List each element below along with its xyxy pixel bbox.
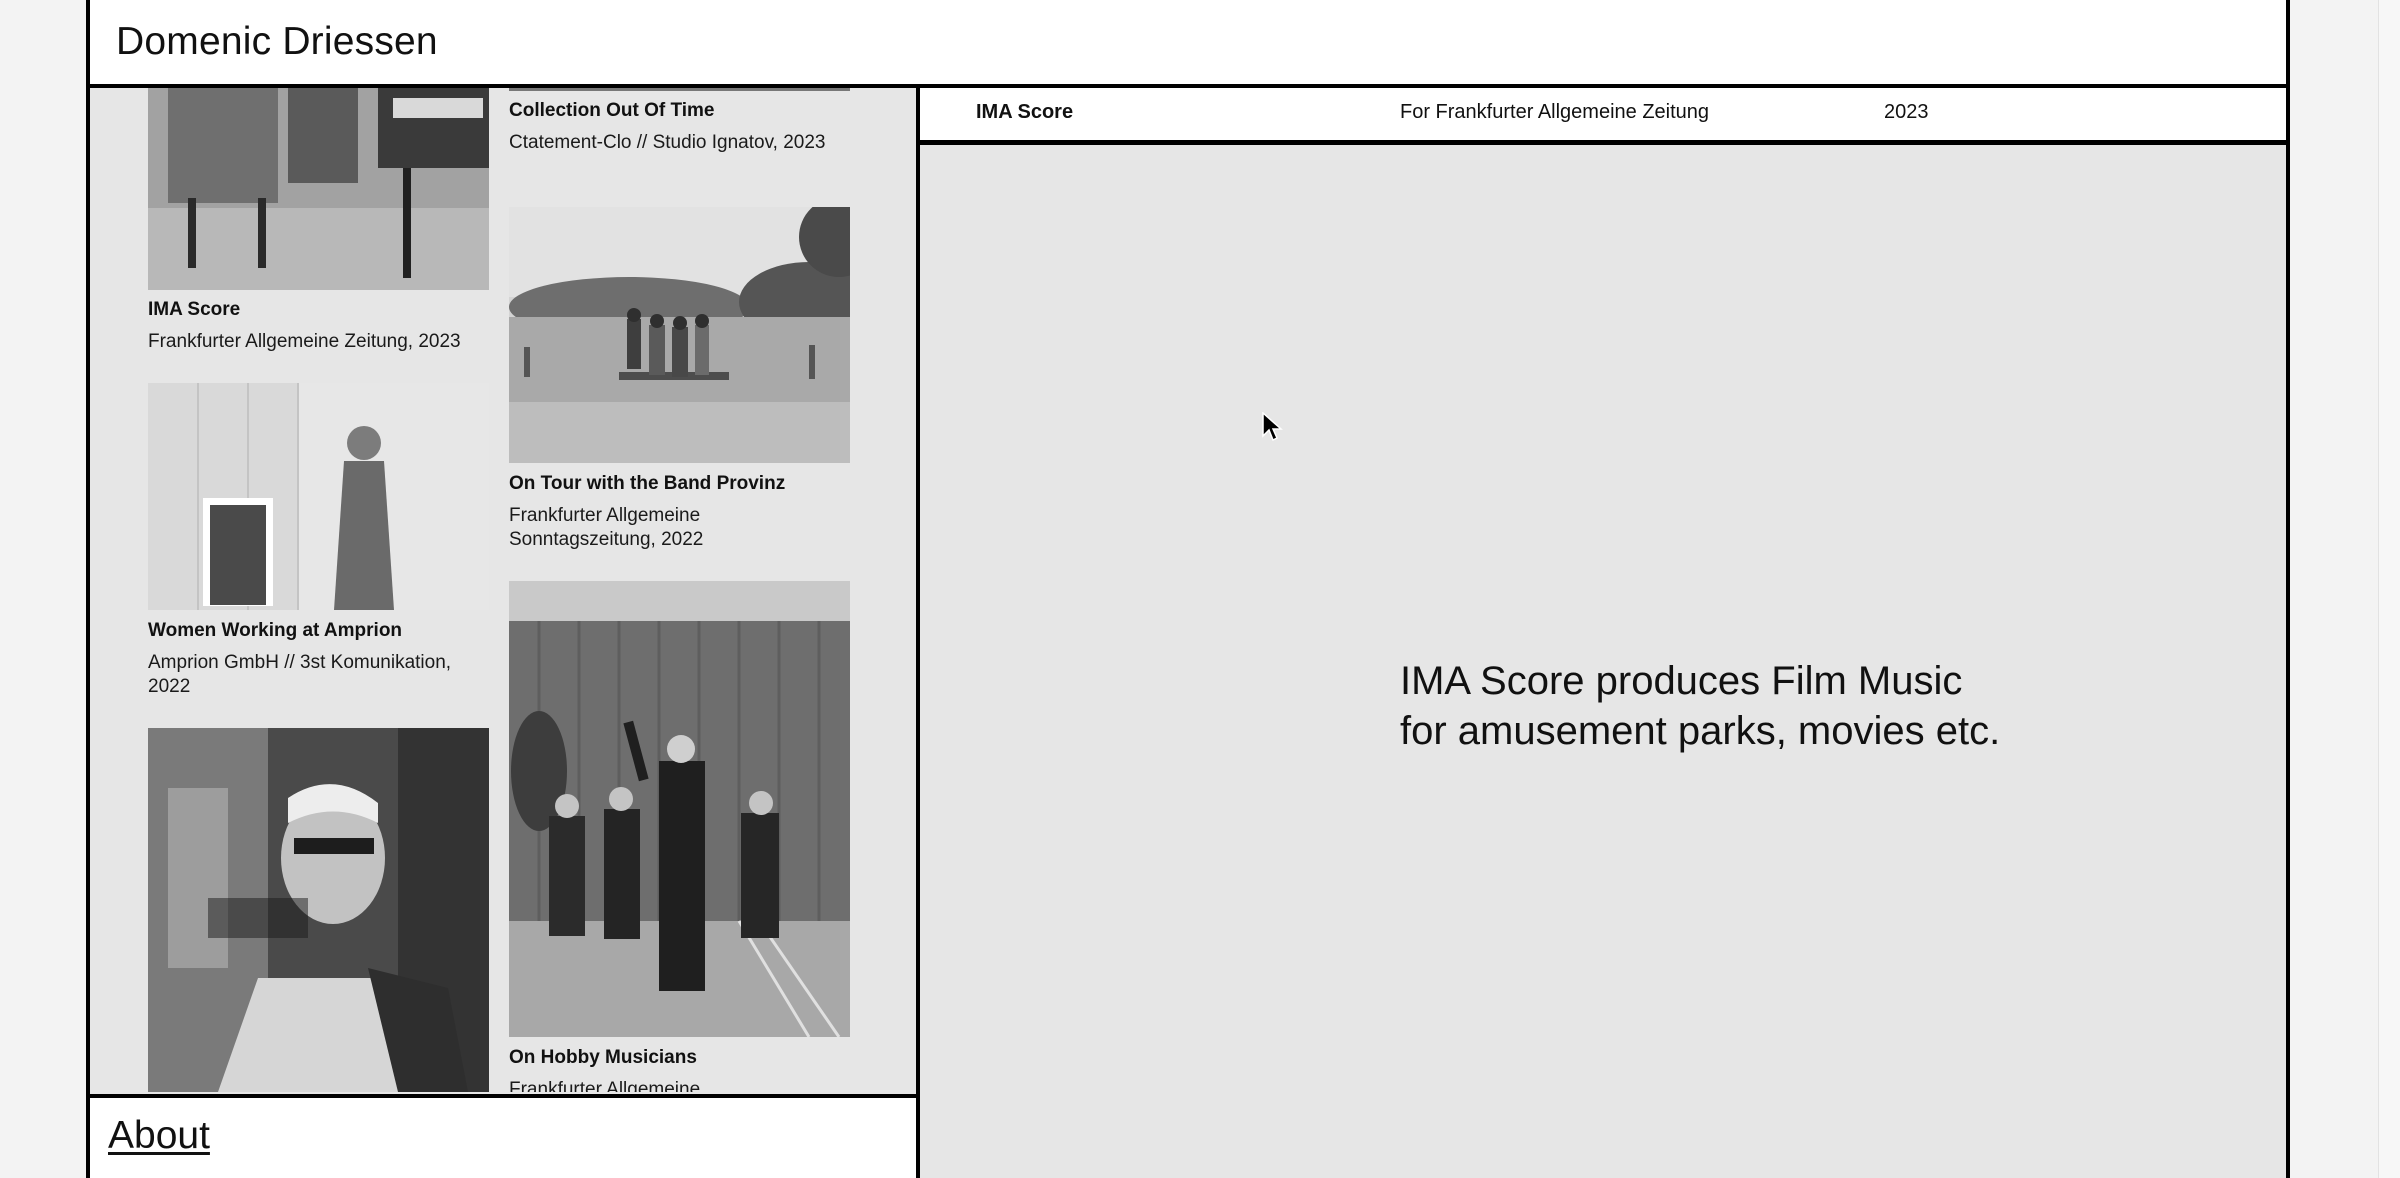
project-subtitle: Frankfurter Allgemeine Sonntagszeitung, … (509, 505, 704, 550)
project-title[interactable]: Women Working at Amprion (148, 619, 402, 643)
project-client: For Frankfurter Allgemeine Zeitung (1400, 101, 1710, 123)
woman-portrait-photo (148, 383, 489, 610)
project-thumbnail-older-man[interactable] (148, 728, 489, 1092)
about-link[interactable]: About (108, 1114, 210, 1158)
project-thumbnail-band-field[interactable] (509, 207, 850, 463)
footer-bar (90, 1094, 916, 1178)
project-name: IMA Score (976, 101, 1074, 123)
project-thumbnail-hobby-musicians[interactable] (509, 581, 850, 1037)
project-year: 2023 (1884, 101, 1929, 123)
scrollbar[interactable] (2378, 0, 2400, 1178)
project-title[interactable]: Collection Out Of Time (509, 99, 715, 123)
project-thumbnail-collection-cropped[interactable] (509, 88, 850, 91)
page-margin-left (0, 0, 88, 1178)
hobby-musicians-photo (509, 581, 850, 1037)
project-subtitle: Frankfurter Allgemeine Zeitung, 2023 (148, 331, 461, 352)
project-title[interactable]: On Tour with the Band Provinz (509, 472, 785, 496)
band-field-photo (509, 207, 850, 463)
project-title[interactable]: On Hobby Musicians (509, 1046, 697, 1070)
project-subtitle: Amprion GmbH // 3st Komunikation, 2022 (148, 652, 452, 697)
project-thumbnail-woman-amprion[interactable] (148, 383, 489, 610)
site-title[interactable]: Domenic Driessen (116, 20, 438, 64)
project-thumbnail-music-room[interactable] (148, 88, 489, 290)
project-description: IMA Score produces Film Music for amusem… (1400, 659, 2001, 753)
music-room-photo (148, 88, 489, 290)
project-title[interactable]: IMA Score (148, 298, 240, 322)
project-subtitle: Frankfurter Allgemeine (509, 1079, 701, 1092)
project-grid[interactable]: Collection Out Of Time Ctatement-Clo // … (90, 88, 916, 1092)
older-man-portrait-photo (148, 728, 489, 1092)
project-subtitle: Ctatement-Clo // Studio Ignatov, 2023 (509, 132, 826, 153)
mouse-pointer-icon (1262, 412, 1283, 442)
